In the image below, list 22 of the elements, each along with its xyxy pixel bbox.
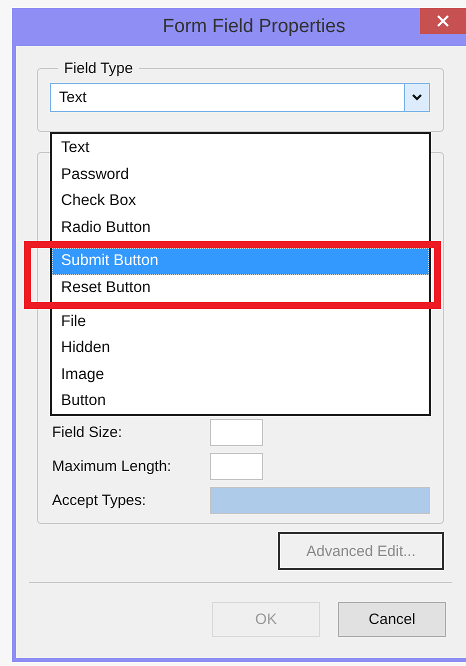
chevron-down-icon	[412, 94, 422, 101]
close-button[interactable]	[420, 8, 466, 34]
dropdown-option[interactable]: Text	[52, 135, 429, 162]
window-title: Form Field Properties	[162, 16, 346, 38]
dropdown-option[interactable]: Button	[52, 388, 429, 415]
field-label: Field Size:	[52, 424, 124, 441]
group-legend: Field Type	[58, 60, 139, 77]
field-type-dropdown[interactable]: Text	[50, 83, 430, 112]
dropdown-option[interactable]: Password	[52, 162, 429, 188]
dropdown-option[interactable]: Hidden	[52, 335, 429, 362]
input-field[interactable]	[210, 453, 263, 480]
input-field[interactable]	[210, 419, 263, 446]
dropdown-option[interactable]: Check Box	[52, 188, 429, 215]
dropdown-option[interactable]: Image	[52, 362, 429, 388]
dropdown-option[interactable]: File	[52, 308, 429, 336]
dropdown-option[interactable]: Reset Button	[52, 274, 429, 302]
dialog-button[interactable]: Cancel	[338, 602, 446, 637]
dropdown-option[interactable]: Radio Button	[52, 214, 429, 242]
close-icon	[437, 15, 449, 27]
dropdown-arrow-button[interactable]	[404, 84, 429, 111]
field-label: Accept Types:	[52, 492, 147, 509]
field-label: Maximum Length:	[52, 458, 172, 475]
